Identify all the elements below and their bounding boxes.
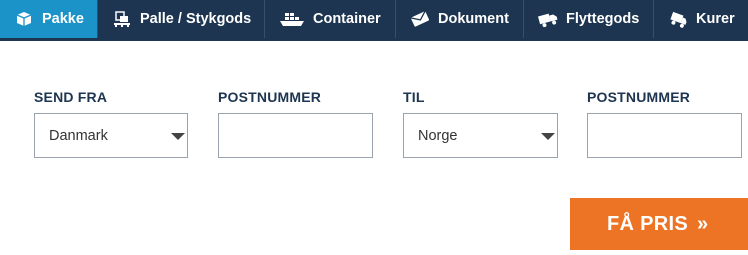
from-postcode-label: POSTNUMMER	[218, 89, 322, 105]
package-icon	[14, 10, 34, 28]
pallet-icon	[112, 10, 132, 28]
from-postcode-field[interactable]	[218, 113, 373, 158]
send-from-select[interactable]: Danmark	[34, 113, 188, 158]
get-price-label: FÅ PRIS	[607, 212, 688, 235]
shipment-type-tabs: Pakke Palle / Stykgods Container Dokumen…	[0, 0, 748, 41]
tab-flyttegods[interactable]: Flyttegods	[524, 0, 654, 38]
ship-icon	[279, 10, 305, 28]
to-postcode-field[interactable]	[587, 113, 742, 158]
tab-label: Palle / Stykgods	[140, 11, 252, 27]
tab-container[interactable]: Container	[265, 0, 396, 38]
tab-kurer[interactable]: Kurer	[654, 0, 748, 38]
send-from-label: SEND FRA	[34, 89, 108, 105]
tab-label: Container	[313, 11, 381, 27]
tab-label: Dokument	[438, 11, 509, 27]
tab-dokument[interactable]: Dokument	[396, 0, 524, 38]
tab-pakke[interactable]: Pakke	[0, 0, 98, 38]
tab-label: Flyttegods	[566, 11, 640, 27]
tab-palle-stykgods[interactable]: Palle / Stykgods	[98, 0, 265, 38]
to-postcode-label: POSTNUMMER	[587, 89, 691, 105]
tab-label: Kurer	[696, 11, 735, 27]
get-price-button[interactable]: FÅ PRIS »	[570, 198, 748, 250]
courier-icon	[668, 10, 688, 28]
to-select[interactable]: Norge	[403, 113, 558, 158]
caret-down-icon	[541, 133, 555, 140]
send-from-value: Danmark	[49, 127, 108, 144]
moving-truck-icon	[538, 10, 558, 28]
from-postcode-input[interactable]	[219, 114, 372, 157]
double-chevron-right-icon: »	[697, 212, 709, 235]
to-label: TIL	[403, 89, 425, 105]
to-value: Norge	[418, 127, 458, 144]
to-postcode-input[interactable]	[588, 114, 741, 157]
caret-down-icon	[171, 133, 185, 140]
tab-label: Pakke	[42, 11, 84, 27]
envelope-icon	[410, 10, 430, 28]
